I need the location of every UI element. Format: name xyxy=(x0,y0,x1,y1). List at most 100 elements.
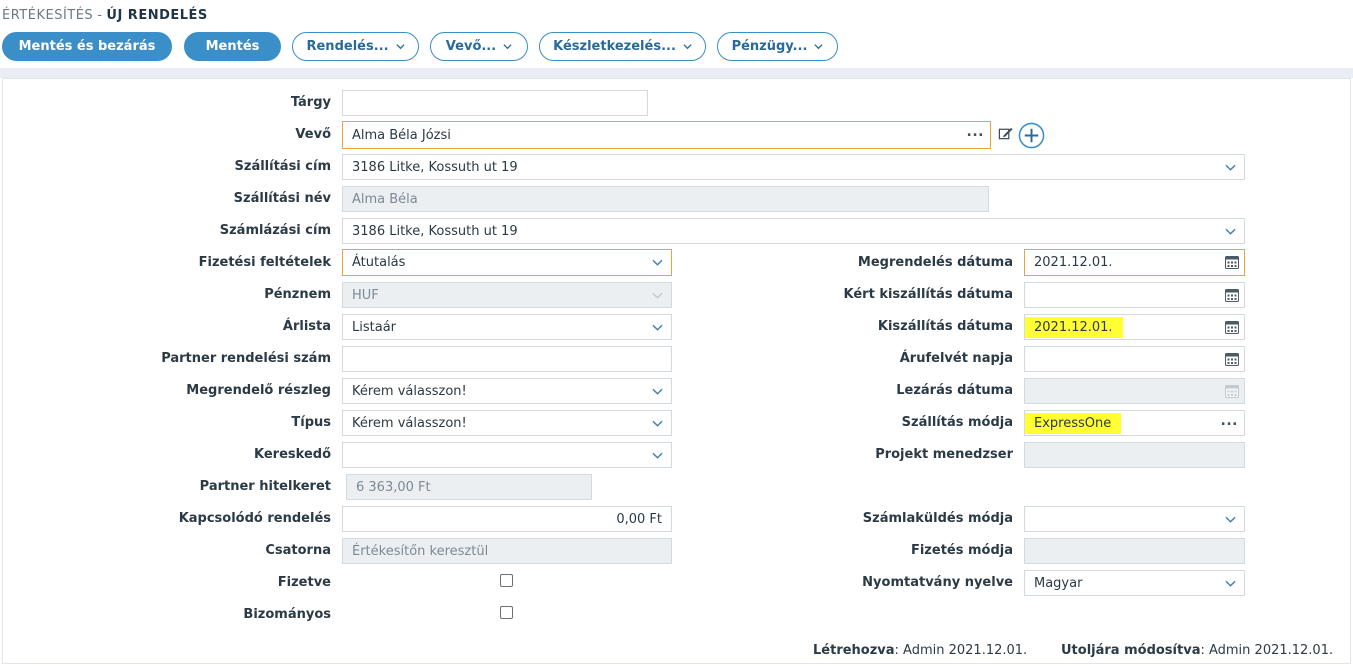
project-manager-label: Projekt menedzser xyxy=(875,447,1013,462)
partner-order-number-label: Partner rendelési szám xyxy=(161,351,331,366)
save-label: Mentés xyxy=(205,39,260,54)
created-label: Létrehozva xyxy=(813,643,895,658)
chevron-down-icon xyxy=(395,44,405,50)
price-list-value: Listaár xyxy=(352,319,397,335)
price-list-label: Árlista xyxy=(282,319,331,334)
shipping-name-field: Alma Béla xyxy=(342,186,989,212)
chevron-down-icon xyxy=(683,44,692,50)
save-and-close-label: Mentés és bezárás xyxy=(18,39,156,54)
salesperson-select[interactable] xyxy=(342,442,672,468)
delivery-date-value: 2021.12.01. xyxy=(1025,316,1123,338)
payment-terms-label: Fizetési feltételek xyxy=(198,255,331,270)
delivery-date-picker[interactable]: 2021.12.01. xyxy=(1024,314,1245,340)
chevron-down-icon xyxy=(652,388,663,395)
customer-value: Alma Béla Józsi xyxy=(352,127,451,143)
payment-terms-value: Átutalás xyxy=(352,255,406,270)
calendar-icon[interactable] xyxy=(1225,320,1239,334)
add-customer-icon[interactable] xyxy=(1018,122,1045,149)
customer-menu-button[interactable]: Vevő... xyxy=(430,32,528,61)
more-options-icon[interactable]: ... xyxy=(967,124,984,140)
related-order-label: Kapcsolódó rendelés xyxy=(178,511,331,526)
channel-field: Értékesítőn keresztül xyxy=(342,538,672,564)
ordering-department-value: Kérem válasszon! xyxy=(352,383,467,399)
order-date-value: 2021.12.01. xyxy=(1034,255,1113,270)
type-select[interactable]: Kérem válasszon! xyxy=(342,410,672,436)
calendar-icon xyxy=(1225,385,1239,398)
payment-method-field xyxy=(1024,538,1245,564)
order-date-label: Megrendelés dátuma xyxy=(857,255,1013,270)
calendar-icon[interactable] xyxy=(1225,352,1239,366)
requested-delivery-date-picker[interactable] xyxy=(1024,282,1245,308)
chevron-down-icon xyxy=(1225,228,1236,235)
shipping-method-field[interactable]: ExpressOne... xyxy=(1024,410,1245,436)
chevron-down-icon xyxy=(652,420,663,427)
currency-label: Pénznem xyxy=(264,287,331,302)
shipping-name-value: Alma Béla xyxy=(352,191,418,207)
pickup-day-label: Árufelvét napja xyxy=(899,351,1013,366)
closing-date-picker xyxy=(1024,378,1245,404)
type-label: Típus xyxy=(291,415,331,430)
chevron-down-icon xyxy=(503,44,512,50)
toolbar-separator-band xyxy=(0,68,1353,78)
breadcrumb-section[interactable]: ÉRTÉKESÍTÉS xyxy=(2,8,93,23)
payment-terms-select[interactable]: Átutalás xyxy=(342,249,672,276)
save-button[interactable]: Mentés xyxy=(184,32,281,61)
shipping-address-label: Szállítási cím xyxy=(234,159,331,174)
save-and-close-button[interactable]: Mentés és bezárás xyxy=(2,32,172,61)
chevron-down-icon xyxy=(1225,580,1236,587)
billing-address-select[interactable]: 3186 Litke, Kossuth ut 19 xyxy=(342,218,1245,244)
requested-delivery-date-label: Kért kiszállítás dátuma xyxy=(843,287,1013,302)
page-title: ÚJ RENDELÉS xyxy=(106,8,208,23)
breadcrumb: ÉRTÉKESÍTÉS - ÚJ RENDELÉS xyxy=(2,8,208,23)
print-language-label: Nyomtatvány nyelve xyxy=(862,575,1013,590)
pickup-day-picker[interactable] xyxy=(1024,346,1245,372)
more-options-icon[interactable]: ... xyxy=(1221,413,1238,429)
customer-field[interactable]: Alma Béla Józsi... xyxy=(342,121,991,149)
chevron-down-icon xyxy=(652,292,663,299)
customer-menu-label: Vevő... xyxy=(445,39,497,54)
chevron-down-icon xyxy=(652,259,663,266)
billing-address-label: Számlázási cím xyxy=(219,223,331,238)
subject-label: Tárgy xyxy=(290,95,331,110)
channel-value: Értékesítőn keresztül xyxy=(352,543,489,559)
partner-order-number-input[interactable] xyxy=(342,346,672,372)
ordering-department-select[interactable]: Kérem válasszon! xyxy=(342,378,672,404)
print-language-value: Magyar xyxy=(1034,575,1083,591)
payment-method-label: Fizetés módja xyxy=(910,543,1013,558)
invoice-delivery-method-select[interactable] xyxy=(1024,506,1245,532)
calendar-icon[interactable] xyxy=(1225,288,1239,302)
price-list-select[interactable]: Listaár xyxy=(342,314,672,340)
order-menu-label: Rendelés... xyxy=(306,39,389,54)
order-menu-button[interactable]: Rendelés... xyxy=(292,32,419,61)
currency-select: HUF xyxy=(342,282,672,308)
currency-value: HUF xyxy=(352,287,379,303)
inventory-menu-button[interactable]: Készletkezelés... xyxy=(539,32,706,61)
consignment-checkbox[interactable] xyxy=(500,606,513,619)
modified-value: : Admin 2021.12.01. xyxy=(1200,643,1334,658)
order-date-picker[interactable]: 2021.12.01. xyxy=(1024,249,1245,276)
print-language-select[interactable]: Magyar xyxy=(1024,570,1245,596)
partner-credit-limit-label: Partner hitelkeret xyxy=(199,479,331,494)
edit-icon[interactable] xyxy=(998,126,1013,141)
paid-checkbox[interactable] xyxy=(500,574,513,587)
chevron-down-icon xyxy=(814,44,823,50)
type-value: Kérem válasszon! xyxy=(352,415,467,431)
salesperson-label: Kereskedő xyxy=(254,447,331,462)
billing-address-value: 3186 Litke, Kossuth ut 19 xyxy=(352,223,518,239)
calendar-icon[interactable] xyxy=(1225,255,1239,269)
related-order-value: 0,00 Ft xyxy=(616,511,662,527)
shipping-address-select[interactable]: 3186 Litke, Kossuth ut 19 xyxy=(342,154,1245,180)
shipping-method-label: Szállítás módja xyxy=(901,415,1013,430)
modified-info: Utoljára módosítva: Admin 2021.12.01. xyxy=(1061,643,1333,658)
shipping-name-label: Szállítási név xyxy=(233,191,331,206)
shipping-address-value: 3186 Litke, Kossuth ut 19 xyxy=(352,159,518,175)
breadcrumb-separator: - xyxy=(97,8,103,23)
finance-menu-button[interactable]: Pénzügy... xyxy=(717,32,838,61)
ordering-department-label: Megrendelő részleg xyxy=(186,383,331,398)
chevron-down-icon xyxy=(652,452,663,459)
channel-label: Csatorna xyxy=(265,543,331,558)
subject-input[interactable] xyxy=(342,90,648,116)
partner-credit-limit-field: 6 363,00 Ft xyxy=(346,474,592,500)
related-order-input[interactable]: 0,00 Ft xyxy=(342,506,672,532)
invoice-delivery-method-label: Számlaküldés módja xyxy=(862,511,1013,526)
